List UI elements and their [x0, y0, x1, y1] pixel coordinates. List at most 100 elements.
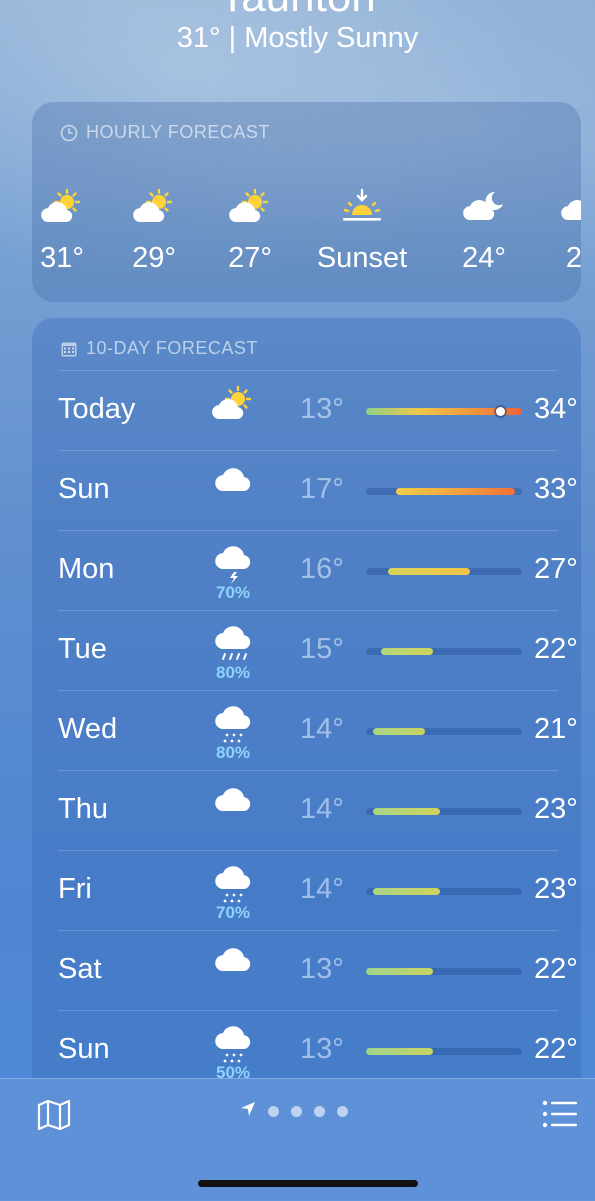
day-label: Fri — [58, 873, 92, 905]
temperature-range-fill — [373, 888, 441, 895]
thunderstorm-icon — [210, 545, 256, 585]
hourly-temperature: 23 — [565, 242, 581, 274]
cloud-icon — [210, 785, 256, 825]
day-label: Sun — [58, 1033, 110, 1065]
high-temperature: 21° — [534, 713, 578, 745]
current-temperature-dot — [495, 407, 505, 416]
forecast-row[interactable]: Wed 80% 14° 21° — [58, 690, 578, 770]
page-dot[interactable] — [268, 1106, 279, 1117]
high-temperature: 22° — [534, 1033, 578, 1065]
forecast-row[interactable]: Sun 17° 33° — [58, 450, 578, 530]
day-label: Wed — [58, 713, 118, 745]
low-temperature: 15° — [300, 633, 344, 665]
page-indicator[interactable] — [240, 1101, 348, 1122]
low-temperature: 13° — [300, 393, 344, 425]
temperature-range-bar — [366, 728, 522, 735]
hourly-item: Sunset — [312, 182, 412, 275]
temperature-range-bar — [366, 808, 522, 815]
hourly-item: 23 — [550, 182, 581, 275]
precipitation-chance: 70% — [215, 903, 251, 922]
temperature-range-fill — [366, 968, 433, 975]
temperature-range-fill — [373, 728, 426, 735]
day-label: Tue — [58, 633, 107, 665]
hourly-forecast-header: HOURLY FORECAST — [60, 122, 270, 143]
precipitation-chance: 80% — [215, 663, 251, 682]
temperature-range-bar — [366, 407, 522, 416]
page-dot[interactable] — [337, 1106, 348, 1117]
page-dot[interactable] — [314, 1106, 325, 1117]
partly-sunny-icon — [218, 182, 282, 232]
ten-day-forecast-header: 10-DAY FORECAST — [60, 338, 258, 359]
ten-day-rows: Today 13° 34° Sun 17° 33° Mon 70% 16° 27° Tue 80% 15… — [58, 370, 578, 1090]
ten-day-forecast-card[interactable]: 10-DAY FORECAST Today 13° 34° Sun 17° 33° Mon 7… — [32, 318, 581, 1108]
list-icon[interactable] — [542, 1099, 578, 1129]
page-dot[interactable] — [291, 1106, 302, 1117]
map-icon[interactable] — [36, 1097, 72, 1133]
hourly-temperature: 27° — [228, 242, 272, 274]
precipitation-chance: 70% — [215, 583, 251, 602]
temperature-range-bar — [366, 1048, 522, 1055]
forecast-row[interactable]: Fri 70% 14° 23° — [58, 850, 578, 930]
high-temperature: 27° — [534, 553, 578, 585]
temperature-range-fill — [373, 808, 441, 815]
home-indicator — [198, 1180, 418, 1187]
temperature-range-fill — [388, 568, 470, 575]
high-temperature: 23° — [534, 873, 578, 905]
hourly-forecast-title: HOURLY FORECAST — [86, 122, 270, 142]
hourly-temperature: 24° — [462, 242, 506, 274]
temperature-range-bar — [366, 888, 522, 895]
day-label: Today — [58, 393, 136, 425]
temperature-range-fill — [380, 648, 433, 655]
rain-icon — [210, 625, 256, 665]
forecast-row[interactable]: Tue 80% 15° 22° — [58, 610, 578, 690]
temperature-range-fill — [366, 1048, 433, 1055]
hourly-item: 31° — [32, 182, 94, 275]
high-temperature: 33° — [534, 473, 578, 505]
partly-sunny-icon — [210, 385, 256, 425]
cloud-icon — [210, 945, 256, 985]
hourly-forecast-card[interactable]: HOURLY FORECAST 31° 29° 27° Sunset 24° 23 — [32, 102, 581, 302]
forecast-row[interactable]: Thu 14° 23° — [58, 770, 578, 850]
drizzle-icon — [210, 1025, 256, 1065]
drizzle-icon — [210, 705, 256, 745]
current-conditions: 31° | Mostly Sunny — [176, 22, 419, 54]
high-temperature: 22° — [534, 953, 578, 985]
low-temperature: 14° — [300, 793, 344, 825]
hourly-temperature: 29° — [132, 242, 176, 274]
calendar-icon — [60, 340, 78, 358]
forecast-row[interactable]: Sat 13° 22° — [58, 930, 578, 1010]
hourly-items[interactable]: 31° 29° 27° Sunset 24° 23 — [32, 182, 581, 292]
day-label: Sat — [58, 953, 102, 985]
cloud-icon — [210, 465, 256, 505]
day-label: Mon — [58, 553, 115, 585]
city-name: Taunton — [0, 0, 595, 22]
low-temperature: 13° — [300, 1033, 344, 1065]
high-temperature: 22° — [534, 633, 578, 665]
forecast-row[interactable]: Mon 70% 16° 27° — [58, 530, 578, 610]
hourly-temperature: Sunset — [316, 242, 408, 274]
low-temperature: 16° — [300, 553, 344, 585]
hourly-item: 29° — [122, 182, 186, 275]
partly-cloudy-night-icon — [452, 182, 516, 232]
temperature-range-fill — [395, 488, 515, 495]
partly-sunny-icon — [32, 182, 94, 232]
temperature-range-bar — [366, 488, 522, 495]
clock-icon — [60, 124, 78, 142]
partly-cloudy-night-icon — [550, 182, 581, 232]
temperature-range-bar — [366, 648, 522, 655]
partly-sunny-icon — [122, 182, 186, 232]
day-label: Thu — [58, 793, 108, 825]
day-label: Sun — [58, 473, 110, 505]
temperature-range-bar — [366, 968, 522, 975]
forecast-row[interactable]: Today 13° 34° — [58, 370, 578, 450]
high-temperature: 23° — [534, 793, 578, 825]
hourly-temperature: 31° — [40, 242, 84, 274]
location-arrow-icon[interactable] — [240, 1101, 256, 1122]
low-temperature: 14° — [300, 873, 344, 905]
low-temperature: 17° — [300, 473, 344, 505]
hourly-item: 24° — [452, 182, 516, 275]
sunset-icon — [312, 182, 412, 232]
drizzle-icon — [210, 865, 256, 905]
ten-day-forecast-title: 10-DAY FORECAST — [86, 338, 258, 358]
high-temperature: 34° — [534, 393, 578, 425]
